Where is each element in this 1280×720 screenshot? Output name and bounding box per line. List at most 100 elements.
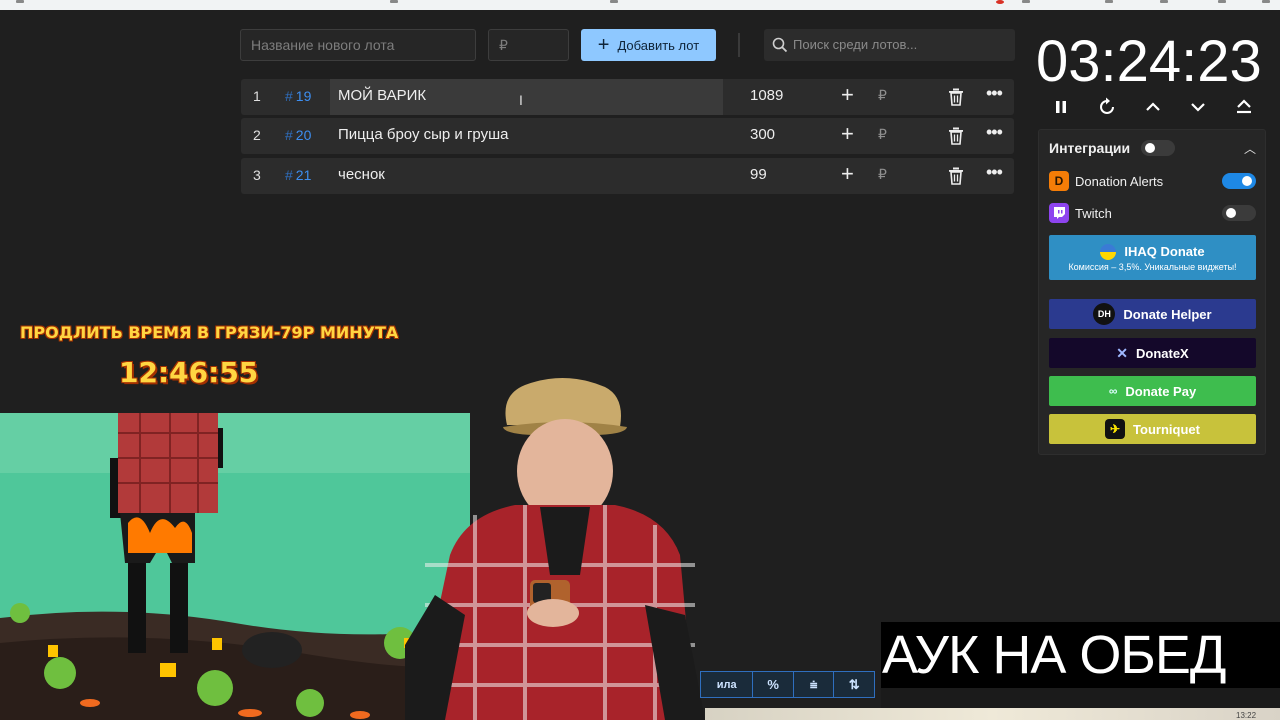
tab-icon — [610, 0, 618, 3]
split-icon[interactable]: ⩧ — [792, 672, 834, 697]
more-options-icon[interactable]: ••• — [986, 162, 1003, 183]
plus-icon: + — [597, 34, 610, 56]
system-clock: 13:22 — [1236, 711, 1257, 720]
integrations-toggle[interactable] — [1141, 140, 1175, 156]
tourniquet-icon: ✈ — [1105, 419, 1126, 439]
search-input[interactable]: Поиск среди лотов... — [764, 29, 1015, 61]
donate-helper-button[interactable]: DH Donate Helper — [1049, 299, 1256, 329]
add-amount-button[interactable]: + — [841, 163, 854, 185]
donate-pay-button[interactable]: ∞ Donate Pay — [1049, 376, 1256, 406]
lot-id: #20 — [285, 127, 312, 143]
lot-row: 2 #20 Пицца броу сыр и груша 300 + ₽ ••• — [241, 118, 1014, 154]
integrations-panel: Интеграции ︿ D Donation Alerts Twitch — [1038, 129, 1266, 455]
link-icon: ∞ — [1108, 384, 1118, 398]
donation-alerts-icon: D — [1049, 171, 1069, 191]
lot-index: 1 — [253, 88, 261, 104]
lot-index: 2 — [253, 127, 261, 143]
donate-label: IHAQ Donate — [1124, 244, 1205, 259]
tab-icon — [390, 0, 398, 3]
donate-label: Tourniquet — [1133, 421, 1200, 437]
tab-icon — [1105, 0, 1113, 3]
trash-icon[interactable] — [948, 88, 964, 106]
reset-timer-button[interactable] — [1095, 96, 1119, 118]
lot-name-field[interactable] — [330, 158, 723, 194]
lot-currency[interactable]: ₽ — [878, 166, 887, 183]
twitch-icon — [1049, 203, 1069, 223]
lot-id: #21 — [285, 167, 312, 183]
tab-icon — [1218, 0, 1226, 3]
extend-time-title: ПРОДЛИТЬ ВРЕМЯ В ГРЯЗИ-79Р МИНУТА — [20, 323, 399, 342]
chevron-up-icon — [1146, 102, 1160, 111]
service-twitch: Twitch — [1049, 203, 1112, 223]
donate-label: DonateX — [1136, 345, 1189, 361]
search-placeholder: Поиск среди лотов... — [793, 37, 918, 52]
pause-icon — [1056, 101, 1066, 113]
lot-name-input[interactable] — [240, 29, 476, 61]
lot-row: 3 #21 чеснок 99 + ₽ ••• — [241, 158, 1014, 194]
double-time-button[interactable] — [1232, 96, 1256, 118]
lot-amount[interactable]: 99 — [750, 166, 767, 183]
chevron-double-up-icon — [1237, 99, 1251, 114]
tab-icon — [1022, 0, 1030, 3]
trash-icon[interactable] — [948, 127, 964, 145]
tab-icon — [16, 0, 24, 3]
lot-amount[interactable]: 300 — [750, 126, 775, 143]
stream-banner: АУК НА ОБЕД — [881, 622, 1280, 688]
reset-icon — [1100, 97, 1114, 114]
chevron-up-icon[interactable]: ︿ — [1244, 140, 1256, 157]
lot-amount-input[interactable] — [488, 29, 569, 61]
more-options-icon[interactable]: ••• — [986, 83, 1003, 104]
donatex-button[interactable]: ✕ DonateX — [1049, 338, 1256, 368]
auction-timer: 03:24:23 — [1036, 29, 1262, 94]
add-time-button[interactable] — [1141, 96, 1165, 118]
overlay-toolbar: ила % ⩧ ⇅ — [700, 671, 875, 698]
add-amount-button[interactable]: + — [841, 123, 854, 145]
toolbar-divider — [738, 33, 740, 57]
lot-id: #19 — [285, 88, 312, 104]
percent-icon[interactable]: % — [752, 672, 793, 697]
pause-button[interactable] — [1049, 96, 1073, 118]
lot-row: 1 #19 МОЙ ВАРИК 1089 + ₽ ••• — [241, 79, 1014, 115]
webcam-streamer-image — [405, 377, 705, 720]
add-lot-label: Добавить лот — [617, 37, 700, 53]
add-amount-button[interactable]: + — [841, 84, 854, 106]
lot-name[interactable]: чеснок — [338, 166, 385, 183]
extend-time-timer: 12:46:55 — [119, 356, 259, 389]
service-label: Donation Alerts — [1075, 173, 1164, 189]
lot-name[interactable]: Пицца броу сыр и груша — [338, 126, 509, 143]
webcam-garden-image — [0, 413, 470, 720]
service-donation-alerts: D Donation Alerts — [1049, 171, 1163, 191]
integrations-title: Интеграции — [1049, 140, 1131, 156]
twitch-toggle[interactable] — [1222, 205, 1256, 221]
search-icon — [772, 37, 788, 53]
donate-label: Donate Pay — [1125, 383, 1197, 399]
trash-icon[interactable] — [948, 167, 964, 185]
lot-currency[interactable]: ₽ — [878, 126, 887, 143]
add-lot-button[interactable]: + Добавить лот — [581, 29, 716, 61]
donate-helper-icon: DH — [1093, 303, 1116, 325]
lot-amount[interactable]: 1089 — [750, 87, 783, 104]
tab-icon — [1262, 0, 1270, 3]
record-indicator-icon — [996, 0, 1004, 4]
x-icon: ✕ — [1116, 344, 1128, 361]
tourniquet-button[interactable]: ✈ Tourniquet — [1049, 414, 1256, 444]
subtract-time-button[interactable] — [1186, 96, 1210, 118]
overlay-toolbar-label[interactable]: ила — [701, 672, 752, 697]
lot-currency[interactable]: ₽ — [878, 87, 887, 104]
webcam-feed-streamer — [405, 375, 705, 720]
more-options-icon[interactable]: ••• — [986, 122, 1003, 143]
lot-index: 3 — [253, 167, 261, 183]
ihaq-donate-button[interactable]: IHAQ Donate Комиссия – 3,5%. Уникальные … — [1049, 235, 1256, 280]
chevron-down-icon — [1191, 103, 1205, 112]
service-label: Twitch — [1075, 205, 1112, 221]
donation-alerts-toggle[interactable] — [1222, 173, 1256, 189]
desktop-strip — [705, 708, 1280, 720]
donate-sub: Комиссия – 3,5%. Уникальные виджеты! — [1068, 261, 1237, 272]
sort-icon[interactable]: ⇅ — [833, 672, 874, 697]
ihaq-icon — [1100, 243, 1117, 260]
tab-icon — [1160, 0, 1168, 3]
lot-name[interactable]: МОЙ ВАРИК — [338, 87, 426, 104]
donate-label: Donate Helper — [1123, 306, 1212, 322]
text-cursor-icon: Ι — [519, 92, 523, 108]
browser-top-strip — [0, 0, 1280, 10]
